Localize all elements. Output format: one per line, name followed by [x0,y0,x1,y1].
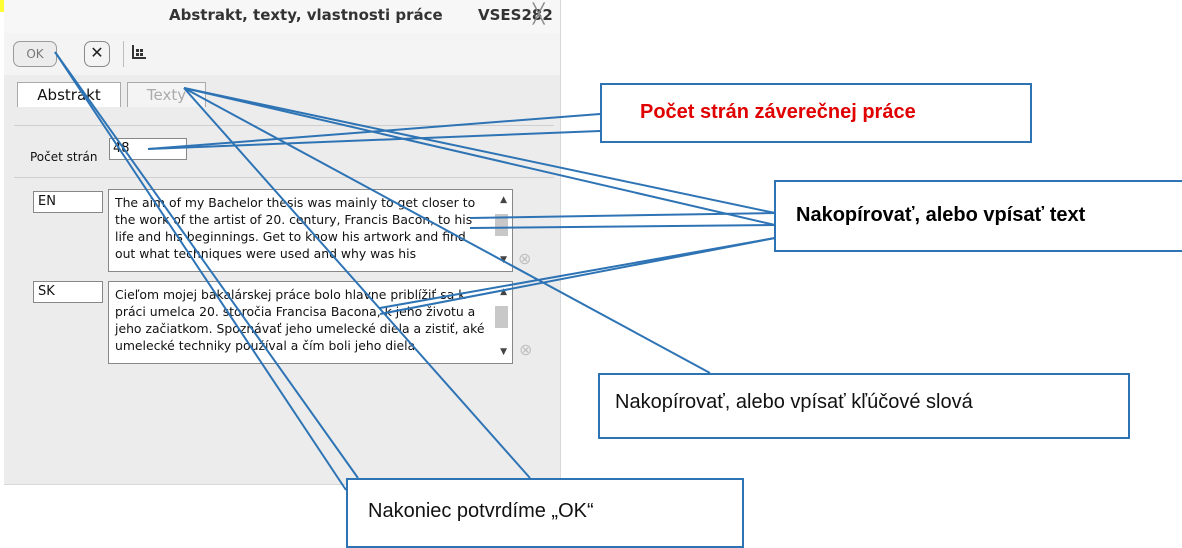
close-icon[interactable]: ╳ [533,4,544,24]
lang-field-en[interactable]: EN [33,191,103,213]
abstract-textarea-sk[interactable]: Cieľom mojej bakalárskej práce bolo hlav… [108,281,513,364]
scroll-down-icon[interactable]: ▼ [500,344,507,361]
pages-label: Počet strán [30,150,98,164]
abstract-text-sk: Cieľom mojej bakalárskej práce bolo hlav… [115,287,485,353]
pages-input[interactable]: 48 [109,138,187,160]
callout-copy-keywords: Nakopírovať, alebo vpísať kľúčové slová [598,373,1130,439]
tab-abstrakt[interactable]: Abstrakt [17,82,121,107]
scroll-down-icon[interactable]: ▼ [500,252,507,269]
clear-icon[interactable]: ⊗ [519,340,532,359]
callout-copy-text: Nakopírovať, alebo vpísať text [774,180,1182,252]
callout-pages-text: Počet strán záverečnej práce [640,101,916,123]
tab-texty[interactable]: Texty [127,82,206,107]
toolbar: OK ✕ [4,33,560,75]
callout-copy-text-label: Nakopírovať, alebo vpísať text [796,204,1086,226]
toolbar-divider [123,41,124,67]
dialog-titlebar: Abstrakt, texty, vlastnosti práce VSES28… [4,0,560,33]
scrollbar-thumb[interactable] [495,306,508,328]
abstract-text-en: The aim of my Bachelor thesis was mainly… [115,195,476,261]
scroll-up-icon[interactable]: ▲ [500,192,507,209]
callout-pages: Počet strán záverečnej práce [600,83,1032,143]
scroll-up-icon[interactable]: ▲ [500,284,507,301]
clear-icon[interactable]: ⊗ [518,249,531,268]
callout-confirm-ok: Nakoniec potvrdíme „OK“ [346,478,744,548]
dialog-title: Abstrakt, texty, vlastnosti práce [169,6,443,24]
scrollbar-thumb[interactable] [495,214,508,236]
tab-bar: Abstrakt Texty [4,75,560,107]
lang-field-sk[interactable]: SK [33,281,103,303]
callout-confirm-ok-label: Nakoniec potvrdíme „OK“ [368,500,594,522]
callout-copy-keywords-label: Nakopírovať, alebo vpísať kľúčové slová [615,391,973,413]
abstract-textarea-en[interactable]: The aim of my Bachelor thesis was mainly… [108,189,513,272]
cancel-button[interactable]: ✕ [84,41,110,67]
table-icon[interactable] [132,45,146,59]
ok-button[interactable]: OK [13,41,57,67]
